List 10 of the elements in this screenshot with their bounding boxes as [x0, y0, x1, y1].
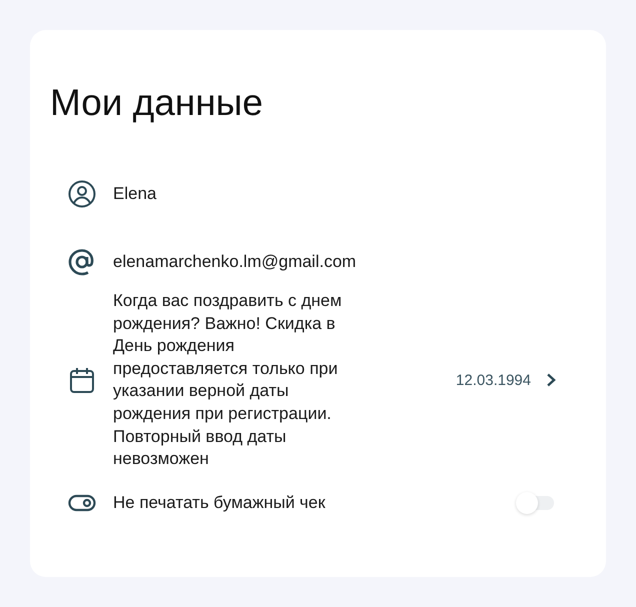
chevron-icon[interactable] — [545, 373, 557, 388]
setting-label: Не печатать бумажный чек — [113, 492, 326, 513]
user-icon — [68, 180, 96, 208]
calendar-icon — [68, 366, 96, 394]
birthday-note: Когда вас поздравить с днем рождения? Важно! Скидка в День рождения предоставляется только при указании верной даты рождения при регистрации. Повторный ввод даты невозможен — [113, 290, 343, 470]
field-value: Elena — [113, 184, 156, 204]
date-value[interactable]: 12.03.1994 — [456, 372, 531, 389]
at-icon — [68, 248, 96, 276]
page-title: Мои данные — [50, 82, 264, 124]
field-value: elenamarchenko.lm@gmail.com — [113, 252, 356, 272]
